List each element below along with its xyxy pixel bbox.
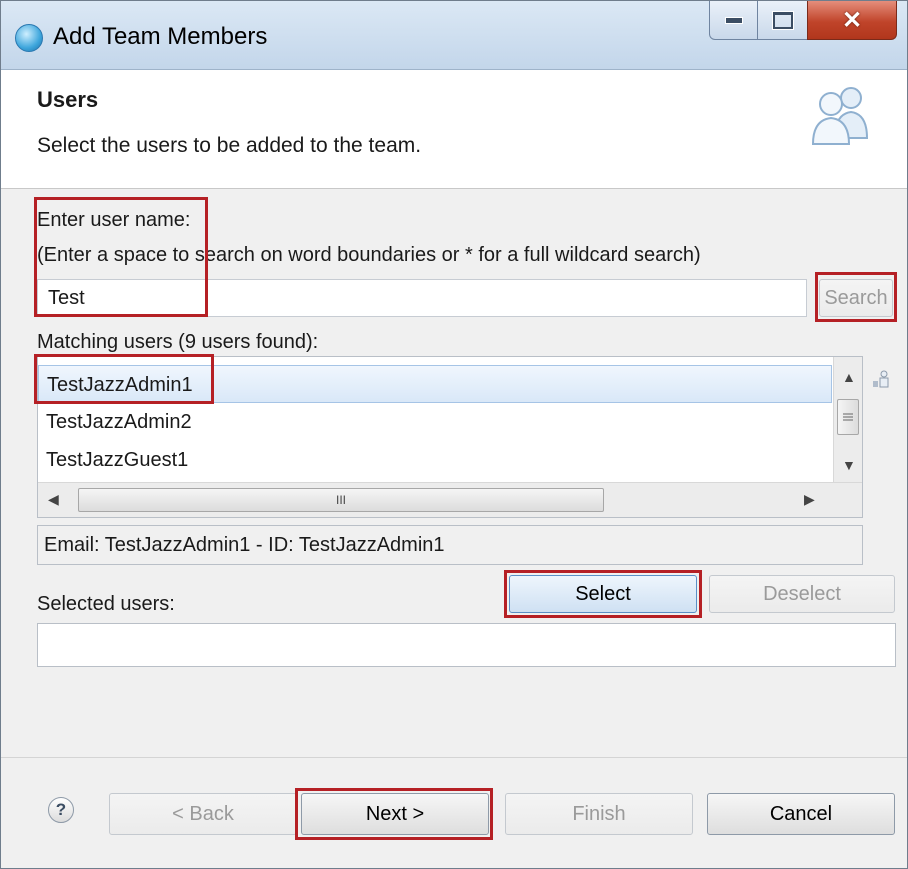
close-icon: ✕ bbox=[841, 6, 863, 34]
list-item-testjazzguest1[interactable]: TestJazzGuest1 bbox=[38, 441, 832, 479]
maximize-icon bbox=[772, 10, 794, 30]
grip-icon bbox=[843, 413, 853, 421]
scroll-down-icon[interactable]: ▼ bbox=[842, 457, 856, 473]
highlight-search-button bbox=[815, 272, 897, 322]
finish-button[interactable]: Finish bbox=[505, 793, 693, 835]
matching-users-label: Matching users (9 users found): bbox=[37, 331, 319, 353]
add-team-members-dialog: Add Team Members ✕ Users Select the user… bbox=[0, 0, 908, 869]
minimize-icon bbox=[725, 16, 743, 24]
cancel-button[interactable]: Cancel bbox=[707, 793, 895, 835]
users-icon bbox=[811, 87, 869, 145]
help-icon[interactable]: ? bbox=[48, 797, 74, 823]
footer-divider bbox=[1, 757, 907, 758]
wizard-header: Users Select the users to be added to th… bbox=[1, 70, 907, 189]
horizontal-scroll-thumb[interactable]: III bbox=[78, 488, 604, 512]
page-title: Users bbox=[37, 87, 99, 112]
scroll-up-icon[interactable]: ▲ bbox=[842, 369, 856, 385]
maximize-button[interactable] bbox=[757, 1, 809, 40]
deselect-button[interactable]: Deselect bbox=[709, 575, 895, 613]
vertical-scroll-thumb[interactable] bbox=[837, 399, 859, 435]
scroll-right-icon[interactable]: ▶ bbox=[804, 491, 815, 508]
highlight-first-match bbox=[34, 354, 214, 404]
selected-users-label: Selected users: bbox=[37, 593, 175, 615]
horizontal-scrollbar[interactable]: ◀ III ▶ bbox=[38, 482, 862, 517]
vertical-scrollbar[interactable]: ▲ ▼ bbox=[833, 357, 862, 483]
list-item-testjazzadmin2[interactable]: TestJazzAdmin2 bbox=[38, 403, 832, 441]
close-button[interactable]: ✕ bbox=[807, 1, 897, 40]
page-description: Select the users to be added to the team… bbox=[37, 134, 422, 157]
user-details: Email: TestJazzAdmin1 - ID: TestJazzAdmi… bbox=[37, 525, 863, 565]
highlight-select-button bbox=[504, 570, 702, 618]
title-bar: Add Team Members ✕ bbox=[1, 1, 907, 70]
highlight-user-name bbox=[34, 197, 208, 317]
highlight-next-button bbox=[295, 788, 493, 840]
scroll-left-icon[interactable]: ◀ bbox=[48, 491, 59, 508]
back-button[interactable]: < Back bbox=[109, 793, 297, 835]
app-icon bbox=[15, 24, 43, 52]
window-title: Add Team Members bbox=[53, 23, 268, 50]
user-details-icon[interactable] bbox=[871, 369, 891, 391]
selected-users-list[interactable] bbox=[37, 623, 896, 667]
minimize-button[interactable] bbox=[709, 1, 759, 40]
